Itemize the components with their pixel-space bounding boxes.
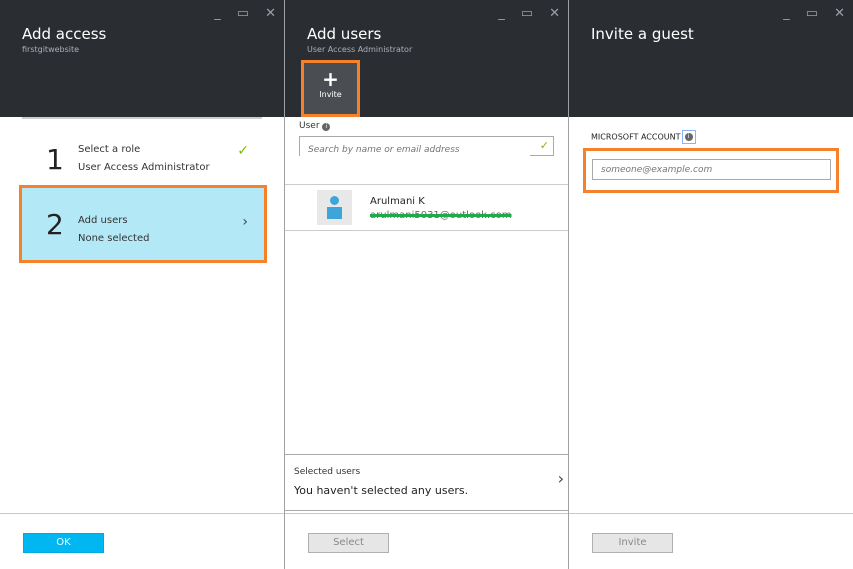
plus-icon: + xyxy=(322,67,339,91)
select-button[interactable]: Select xyxy=(308,533,389,553)
close-icon[interactable]: ✕ xyxy=(549,6,560,21)
invite-button[interactable]: + Invite xyxy=(301,60,360,117)
minimize-icon[interactable]: _ xyxy=(783,6,790,21)
selected-users-value: You haven't selected any users. xyxy=(294,484,469,497)
user-name: Arulmani K xyxy=(370,196,425,207)
blade-title: Add access xyxy=(22,25,107,43)
user-search-input[interactable]: ✓ xyxy=(299,136,554,159)
step-add-users[interactable]: 2 Add users None selected › xyxy=(19,185,267,263)
invite-submit-button[interactable]: Invite xyxy=(592,533,673,553)
blade-header: _ ▭ ✕ Add users User Access Administrator … xyxy=(285,0,568,117)
blade-subtitle: firstgitwebsite xyxy=(22,45,80,54)
minimize-icon[interactable]: _ xyxy=(214,6,221,21)
add-access-blade: _ ▭ ✕ Add access firstgitwebsite 1 Select … xyxy=(0,0,285,569)
step-label: Add users xyxy=(78,215,128,226)
checkmark-icon: ✓ xyxy=(237,143,249,159)
info-icon[interactable]: i xyxy=(681,130,696,144)
user-list-item[interactable]: Arulmani K arulmani5031@outlook.com xyxy=(285,184,568,231)
blade-title: Invite a guest xyxy=(591,25,694,43)
checkmark-icon: ✓ xyxy=(539,139,549,152)
add-users-blade: _ ▭ ✕ Add users User Access Administrator … xyxy=(285,0,569,569)
maximize-icon[interactable]: ▭ xyxy=(237,6,249,21)
blade-header: _ ▭ ✕ Add access firstgitwebsite xyxy=(0,0,284,117)
chevron-right-icon: › xyxy=(557,469,564,488)
blade-subtitle: User Access Administrator xyxy=(307,45,413,54)
minimize-icon[interactable]: _ xyxy=(498,6,505,21)
invite-label: Invite xyxy=(319,90,342,99)
info-icon: i xyxy=(322,123,331,131)
maximize-icon[interactable]: ▭ xyxy=(806,6,818,21)
step-number: 2 xyxy=(46,208,64,241)
email-field-highlight xyxy=(583,148,839,193)
blade-header: _ ▭ ✕ Invite a guest xyxy=(569,0,853,117)
blade-title: Add users xyxy=(307,25,382,43)
avatar xyxy=(317,190,352,225)
email-input[interactable] xyxy=(592,159,831,180)
user-label: User i xyxy=(299,121,331,131)
selected-users-section[interactable]: Selected users You haven't selected any … xyxy=(285,454,568,511)
microsoft-account-label: MICROSOFT ACCOUNT i xyxy=(591,130,696,144)
step-value: User Access Administrator xyxy=(78,162,210,173)
user-email: arulmani5031@outlook.com xyxy=(370,210,512,221)
maximize-icon[interactable]: ▭ xyxy=(521,6,533,21)
invite-guest-blade: _ ▭ ✕ Invite a guest MICROSOFT ACCOUNTi In… xyxy=(569,0,853,569)
ok-button[interactable]: OK xyxy=(23,533,104,553)
close-icon[interactable]: ✕ xyxy=(265,6,276,21)
chevron-right-icon: › xyxy=(242,214,248,230)
step-value: None selected xyxy=(78,233,150,244)
step-label: Select a role xyxy=(78,144,141,155)
close-icon[interactable]: ✕ xyxy=(834,6,845,21)
selected-users-label: Selected users xyxy=(294,467,361,477)
step-number: 1 xyxy=(46,143,64,176)
